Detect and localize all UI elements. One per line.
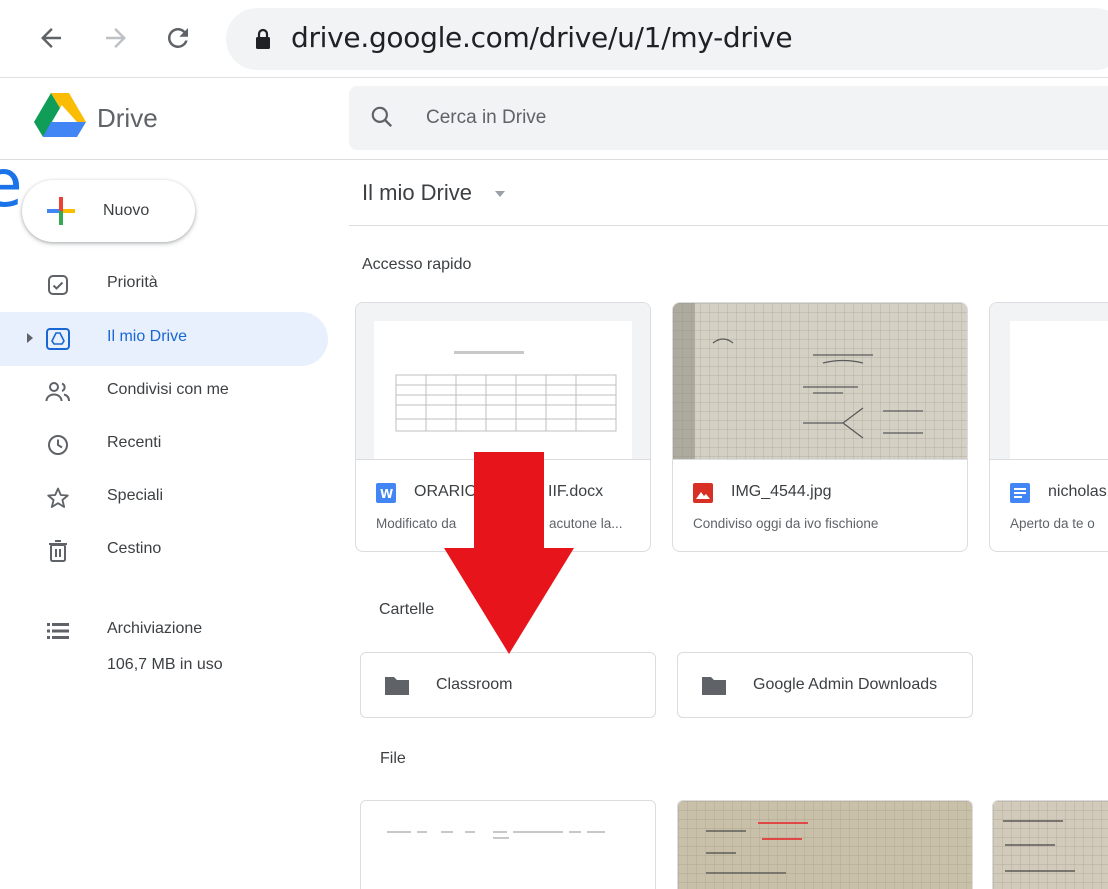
folder-name: Classroom: [436, 676, 513, 693]
new-button[interactable]: Nuovo: [22, 180, 195, 242]
file-name: IMG_4544.jpg: [731, 483, 832, 500]
file-card[interactable]: [360, 800, 656, 889]
sidebar-item-my-drive[interactable]: Il mio Drive: [0, 312, 328, 366]
sidebar-item-shared[interactable]: Condivisi con me: [0, 365, 328, 419]
sidebar-item-starred[interactable]: Speciali: [0, 471, 328, 525]
priority-check-icon: [44, 271, 72, 299]
file-meta: Aperto da te o: [1010, 516, 1095, 531]
document-thumbnail: [361, 801, 655, 889]
sidebar-item-label: Priorità: [107, 274, 158, 291]
file-name: nicholas: [1048, 483, 1107, 500]
forward-arrow-icon: [106, 28, 126, 48]
document-thumbnail: [356, 303, 650, 460]
forward-button[interactable]: [96, 18, 136, 58]
folder-name: Google Admin Downloads: [753, 676, 938, 693]
my-drive-icon: [44, 325, 72, 353]
quick-access-card[interactable]: nicholas Aperto da te o: [989, 302, 1108, 552]
drive-header: Drive Cerca in Drive: [0, 78, 1108, 160]
lock-icon: [256, 28, 270, 49]
file-card[interactable]: [992, 800, 1108, 889]
sidebar-item-trash[interactable]: Cestino: [0, 524, 328, 578]
new-button-label: Nuovo: [103, 202, 150, 219]
back-arrow-icon: [41, 28, 61, 48]
svg-text:W: W: [380, 487, 393, 501]
storage-usage: 106,7 MB in uso: [107, 656, 223, 673]
sidebar-item-priority[interactable]: Priorità: [0, 258, 328, 312]
quick-access-card[interactable]: IMG_4544.jpg Condiviso oggi da ivo fisch…: [672, 302, 968, 552]
sidebar-item-recent[interactable]: Recenti: [0, 418, 328, 472]
photo-thumbnail: [678, 801, 972, 889]
sidebar-item-label: Cestino: [107, 540, 162, 557]
back-button[interactable]: [31, 18, 71, 58]
clock-icon: [44, 431, 72, 459]
storage-label: Archiviazione: [107, 620, 203, 637]
sidebar-item-label: Speciali: [107, 487, 164, 504]
url-text[interactable]: drive.google.com/drive/u/1/my-drive: [291, 21, 793, 54]
page-title[interactable]: Il mio Drive: [362, 180, 472, 206]
shared-people-icon: [44, 378, 72, 406]
folder-icon: [385, 677, 409, 695]
plus-icon: [47, 197, 75, 225]
reload-icon: [167, 27, 188, 48]
address-bar[interactable]: drive.google.com/drive/u/1/my-drive: [226, 8, 1108, 70]
annotation-arrow-icon: [444, 452, 574, 654]
expand-caret-icon[interactable]: [25, 331, 35, 345]
folder-card-admin-downloads[interactable]: Google Admin Downloads: [677, 652, 973, 718]
app-name[interactable]: Drive: [97, 103, 158, 134]
search-bar[interactable]: Cerca in Drive: [349, 86, 1108, 150]
star-icon: [44, 484, 72, 512]
folder-icon: [702, 677, 726, 695]
drive-logo-icon[interactable]: [34, 92, 86, 138]
files-heading: File: [380, 750, 406, 767]
photo-thumbnail: [993, 801, 1108, 889]
photo-thumbnail: [673, 303, 967, 460]
stray-text-glyph: e: [0, 145, 23, 222]
sidebar-item-label: Il mio Drive: [107, 328, 188, 345]
browser-toolbar: drive.google.com/drive/u/1/my-drive: [0, 0, 1108, 78]
reload-button[interactable]: [158, 18, 198, 58]
trash-icon: [44, 537, 72, 565]
dropdown-caret-icon[interactable]: [494, 190, 506, 198]
google-doc-icon: [1010, 483, 1030, 503]
sidebar-item-storage[interactable]: Archiviazione: [0, 604, 328, 658]
page-title-bar: Il mio Drive: [349, 160, 1108, 226]
word-doc-icon: W: [376, 483, 396, 503]
search-icon[interactable]: [369, 104, 395, 130]
file-card[interactable]: [677, 800, 973, 889]
sidebar-item-label: Condivisi con me: [107, 381, 229, 398]
folder-card-classroom[interactable]: Classroom: [360, 652, 656, 718]
sidebar-item-label: Recenti: [107, 434, 162, 451]
search-input[interactable]: Cerca in Drive: [426, 107, 546, 129]
document-thumbnail: [990, 303, 1108, 460]
file-meta: Condiviso oggi da ivo fischione: [693, 516, 879, 531]
storage-list-icon: [44, 617, 72, 645]
image-file-icon: [693, 483, 713, 503]
quick-access-heading: Accesso rapido: [362, 256, 472, 273]
folders-heading: Cartelle: [379, 601, 435, 618]
